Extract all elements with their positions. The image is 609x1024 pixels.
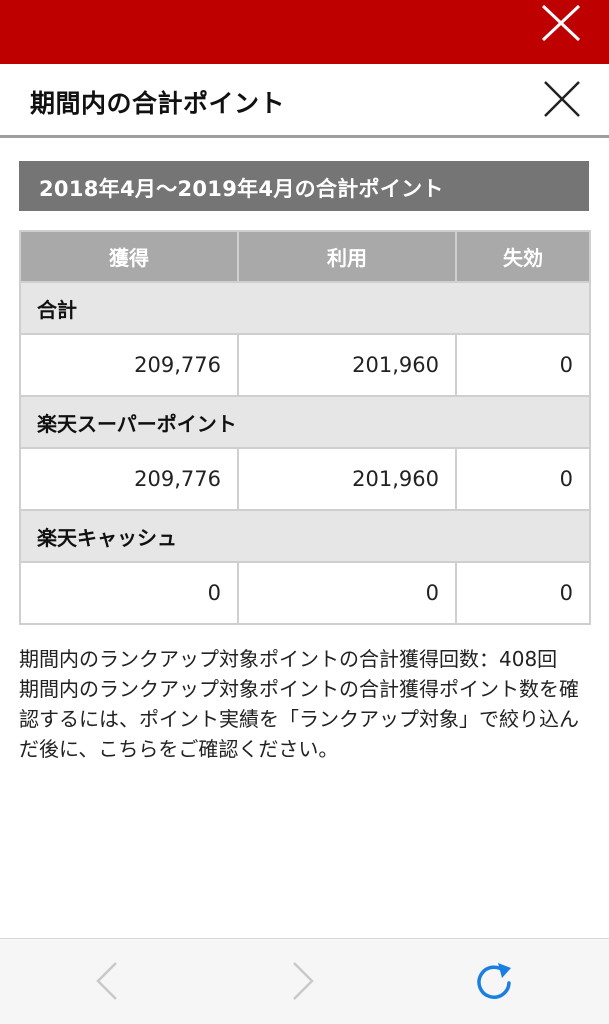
earned-value: 0 — [19, 561, 239, 625]
top-red-bar — [0, 0, 609, 64]
table-header-row: 獲得 利用 失効 — [19, 230, 591, 283]
earned-value: 209,776 — [19, 333, 239, 397]
section-label: 合計 — [19, 281, 591, 335]
section-label: 楽天キャッシュ — [19, 509, 591, 563]
section-label: 楽天スーパーポイント — [19, 395, 591, 449]
rank-up-count-note: 期間内のランクアップ対象ポイントの合計獲得回数：408回 — [19, 647, 558, 671]
reload-icon[interactable] — [472, 959, 516, 1003]
browser-toolbar — [0, 938, 609, 1024]
expired-value: 0 — [455, 333, 591, 397]
section-row-cash: 楽天キャッシュ — [19, 509, 591, 563]
modal-title: 期間内の合計ポイント — [30, 89, 286, 118]
column-header-used: 利用 — [237, 230, 457, 283]
table-row: 209,776 201,960 0 — [19, 447, 591, 511]
expired-value: 0 — [455, 447, 591, 511]
forward-chevron-right-icon[interactable] — [280, 959, 324, 1003]
period-banner: 2018年4月〜2019年4月の合計ポイント — [19, 161, 589, 211]
points-table: 獲得 利用 失効 合計 209,776 201,960 0 楽天スーパーポイント… — [19, 230, 591, 625]
back-chevron-left-icon[interactable] — [86, 959, 130, 1003]
notes: 期間内のランクアップ対象ポイントの合計獲得回数：408回 期間内のランクアップ対… — [19, 644, 594, 764]
top-close-icon[interactable] — [539, 4, 583, 42]
table-row: 209,776 201,960 0 — [19, 333, 591, 397]
table-row: 0 0 0 — [19, 561, 591, 625]
expired-value: 0 — [455, 561, 591, 625]
section-row-total: 合計 — [19, 281, 591, 335]
column-header-earned: 獲得 — [19, 230, 239, 283]
used-value: 0 — [237, 561, 457, 625]
modal-header: 期間内の合計ポイント — [0, 66, 609, 138]
section-row-super-point: 楽天スーパーポイント — [19, 395, 591, 449]
rank-up-points-note: 期間内のランクアップ対象ポイントの合計獲得ポイント数を確認するには、ポイント実績… — [19, 677, 579, 761]
used-value: 201,960 — [237, 333, 457, 397]
earned-value: 209,776 — [19, 447, 239, 511]
modal-close-icon[interactable] — [543, 80, 581, 118]
used-value: 201,960 — [237, 447, 457, 511]
column-header-expired: 失効 — [455, 230, 591, 283]
